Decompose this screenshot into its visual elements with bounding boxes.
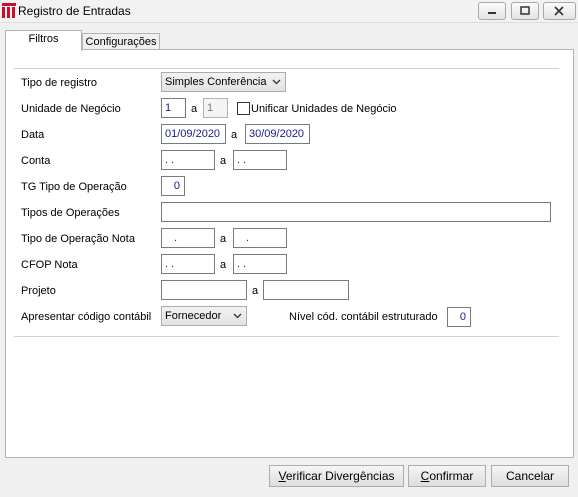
projeto-separator: a — [252, 285, 259, 297]
unidade-negocio-separator: a — [191, 103, 198, 115]
app-icon — [2, 3, 16, 18]
unificar-unidades-checkbox[interactable] — [237, 102, 250, 115]
close-icon — [554, 6, 564, 16]
verificar-divergencias-label: erificar Divergências — [285, 469, 395, 483]
tipo-operacao-nota-to-input[interactable]: . — [233, 228, 287, 248]
cfop-nota-label: CFOP Nota — [21, 259, 78, 271]
confirmar-label: onfirmar — [429, 469, 474, 483]
verificar-divergencias-accesskey: V — [278, 469, 286, 483]
verificar-divergencias-button[interactable]: Verificar Divergências — [269, 465, 404, 487]
minimize-button[interactable] — [478, 2, 506, 20]
data-separator: a — [231, 129, 238, 141]
cancelar-button[interactable]: Cancelar — [491, 465, 569, 487]
unificar-unidades-label: Unificar Unidades de Negócio — [251, 103, 397, 115]
conta-label: Conta — [21, 155, 51, 167]
projeto-from-input[interactable] — [161, 280, 247, 300]
data-label: Data — [21, 129, 45, 141]
tipos-operacoes-input[interactable] — [161, 202, 551, 222]
conta-from-input[interactable]: . . — [161, 150, 215, 170]
tg-tipo-operacao-label: TG Tipo de Operação — [21, 181, 127, 193]
tab-filtros[interactable]: Filtros — [5, 30, 82, 51]
nivel-contabil-label: Nível cód. contábil estruturado — [289, 311, 438, 323]
maximize-button[interactable] — [511, 2, 539, 20]
projeto-to-input[interactable] — [263, 280, 349, 300]
filtros-panel: Tipo de registro Simples Conferência Uni… — [5, 49, 574, 458]
chevron-down-icon — [272, 79, 281, 85]
cfop-nota-to-input[interactable]: . . — [233, 254, 287, 274]
tipo-registro-label: Tipo de registro — [21, 77, 98, 89]
window-title: Registro de Entradas — [18, 4, 131, 18]
title-bar: Registro de Entradas — [0, 0, 578, 23]
tab-configuracoes-label: Configurações — [85, 36, 157, 48]
tipos-operacoes-label: Tipos de Operações — [21, 207, 120, 219]
tipo-registro-value: Simples Conferência — [165, 76, 267, 88]
cfop-nota-from-input[interactable]: . . — [161, 254, 215, 274]
codigo-contabil-label: Apresentar código contábil — [21, 311, 152, 323]
minimize-icon — [488, 12, 496, 14]
projeto-label: Projeto — [21, 285, 56, 297]
close-button[interactable] — [543, 2, 576, 20]
tipo-registro-select[interactable]: Simples Conferência — [161, 72, 286, 92]
unidade-negocio-to-input[interactable]: 1 — [203, 98, 228, 118]
unidade-negocio-label: Unidade de Negócio — [21, 103, 121, 115]
tipo-operacao-nota-separator: a — [220, 233, 227, 245]
codigo-contabil-select[interactable]: Fornecedor — [161, 306, 247, 326]
tab-filtros-label: Filtros — [28, 33, 59, 45]
tipo-operacao-nota-label: Tipo de Operação Nota — [21, 233, 135, 245]
tipo-operacao-nota-from-input[interactable]: . — [161, 228, 215, 248]
cfop-nota-separator: a — [220, 259, 227, 271]
chevron-down-icon — [233, 313, 242, 319]
conta-to-input[interactable]: . . — [233, 150, 287, 170]
unidade-negocio-from-input[interactable]: 1 — [161, 98, 186, 118]
maximize-icon — [520, 6, 530, 15]
data-from-input[interactable]: 01/09/2020 — [161, 124, 226, 144]
codigo-contabil-value: Fornecedor — [165, 310, 222, 322]
tg-tipo-operacao-input[interactable]: 0 — [161, 176, 185, 196]
conta-separator: a — [220, 155, 227, 167]
nivel-contabil-input[interactable]: 0 — [447, 307, 471, 327]
cancelar-label: Cancelar — [505, 469, 555, 483]
confirmar-button[interactable]: Confirmar — [408, 465, 486, 487]
data-to-input[interactable]: 30/09/2020 — [245, 124, 310, 144]
